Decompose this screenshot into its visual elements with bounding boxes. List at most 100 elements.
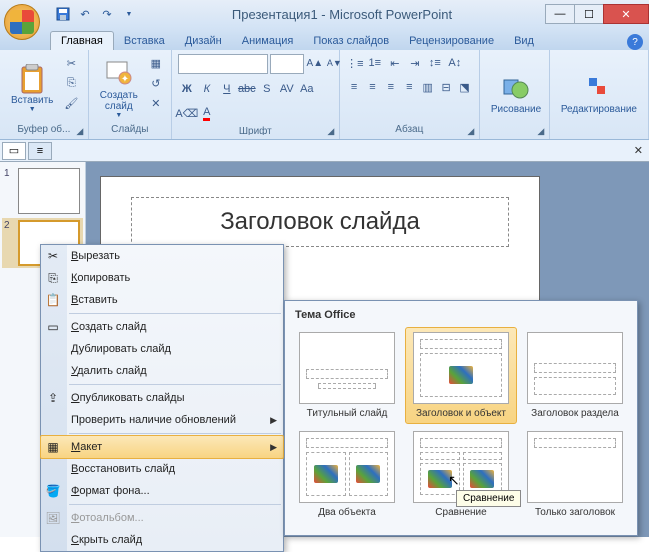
align-center-icon[interactable]: ≡ <box>364 78 380 96</box>
context-menu: ✂Вырезать⎘Копировать📋Вставить ▭Создать сл… <box>40 244 284 552</box>
tab-animation[interactable]: Анимация <box>232 32 304 50</box>
layout-option[interactable]: Сравнение <box>405 426 517 523</box>
office-button[interactable] <box>4 4 40 40</box>
context-menu-item[interactable]: Восстановить слайд <box>41 458 283 480</box>
char-spacing-icon[interactable]: AV <box>278 80 296 98</box>
layout-option[interactable]: Заголовок и объект <box>405 327 517 424</box>
panel-close-icon[interactable]: ✕ <box>634 144 643 157</box>
layout-icon[interactable]: ▦ <box>147 54 165 72</box>
blank-icon <box>45 341 61 357</box>
layout-option[interactable]: Титульный слайд <box>291 327 403 424</box>
shadow-icon[interactable]: S <box>258 80 276 98</box>
bullets-icon[interactable]: ⋮≡ <box>346 54 364 72</box>
grow-font-icon[interactable]: A▲ <box>306 54 324 72</box>
layout-option[interactable]: Два объекта <box>291 426 403 523</box>
tab-review[interactable]: Рецензирование <box>399 32 504 50</box>
numbering-icon[interactable]: 1≡ <box>366 54 384 72</box>
clear-format-icon[interactable]: A⌫ <box>178 104 196 122</box>
context-menu-label: Вставить <box>71 294 118 306</box>
columns-icon[interactable]: ▥ <box>420 78 436 96</box>
context-menu-item[interactable]: 📋Вставить <box>41 289 283 311</box>
italic-icon[interactable]: К <box>198 80 216 98</box>
maximize-button[interactable]: ☐ <box>574 4 604 24</box>
font-color-icon[interactable]: A <box>198 104 216 122</box>
context-menu-label: Опубликовать слайды <box>71 392 185 404</box>
font-name-combo[interactable] <box>178 54 268 74</box>
group-clipboard-label: Буфер об... <box>6 122 82 135</box>
font-size-combo[interactable] <box>270 54 304 74</box>
layout-thumb <box>299 431 395 503</box>
paste-button[interactable]: Вставить ▼ <box>6 54 58 122</box>
minimize-button[interactable]: — <box>545 4 575 24</box>
save-icon[interactable] <box>54 5 72 23</box>
cut-icon[interactable]: ✂ <box>62 54 80 72</box>
drawing-button[interactable]: Рисование <box>486 54 546 133</box>
context-menu-item[interactable]: ⇪ Опубликовать слайды <box>41 387 283 409</box>
align-left-icon[interactable]: ≡ <box>346 78 362 96</box>
layout-option[interactable]: Заголовок раздела <box>519 327 631 424</box>
context-menu-label: Вырезать <box>71 250 120 262</box>
tab-design[interactable]: Дизайн <box>175 32 232 50</box>
justify-icon[interactable]: ≡ <box>401 78 417 96</box>
strike-icon[interactable]: abc <box>238 80 256 98</box>
context-menu-label: Скрыть слайд <box>71 534 142 546</box>
reset-icon[interactable]: ↺ <box>147 74 165 92</box>
layout-thumb <box>527 332 623 404</box>
drawing-launcher[interactable]: ◢ <box>535 125 547 137</box>
change-case-icon[interactable]: Aa <box>298 80 316 98</box>
context-menu-item[interactable]: 🪣Формат фона... <box>41 480 283 502</box>
editing-button[interactable]: Редактирование <box>556 54 642 133</box>
slide-thumb-1[interactable]: 1 <box>4 168 81 214</box>
increase-indent-icon[interactable]: ⇥ <box>406 54 424 72</box>
album-icon: 🖼 <box>45 510 61 526</box>
outline-tab-icon[interactable]: ≡ <box>28 142 52 160</box>
layout-label: Титульный слайд <box>296 408 398 419</box>
decrease-indent-icon[interactable]: ⇤ <box>386 54 404 72</box>
blank-icon <box>45 363 61 379</box>
format-icon: 🪣 <box>45 483 61 499</box>
bold-icon[interactable]: Ж <box>178 80 196 98</box>
context-menu-item[interactable]: ⎘Копировать <box>41 267 283 289</box>
qat-dropdown-icon[interactable]: ▼ <box>120 5 138 23</box>
align-right-icon[interactable]: ≡ <box>383 78 399 96</box>
layout-option[interactable]: Только заголовок <box>519 426 631 523</box>
format-painter-icon[interactable]: 🖌 <box>62 94 80 112</box>
context-menu-label: Проверить наличие обновлений <box>71 414 236 426</box>
close-button[interactable]: ✕ <box>603 4 649 24</box>
publish-icon: ⇪ <box>45 390 61 406</box>
ribbon-tabs: Главная Вставка Дизайн Анимация Показ сл… <box>0 28 649 50</box>
clipboard-launcher[interactable]: ◢ <box>74 125 86 137</box>
align-text-icon[interactable]: ⊟ <box>438 78 454 96</box>
context-menu-item[interactable]: Удалить слайд <box>41 360 283 382</box>
group-editing-label <box>556 133 642 135</box>
delete-slide-icon[interactable]: ✕ <box>147 94 165 112</box>
context-menu-item[interactable]: ▦Макет▶ <box>40 435 284 459</box>
context-menu-label: Восстановить слайд <box>71 463 175 475</box>
undo-icon[interactable]: ↶ <box>76 5 94 23</box>
font-launcher[interactable]: ◢ <box>325 125 337 137</box>
tab-slideshow[interactable]: Показ слайдов <box>303 32 399 50</box>
tab-insert[interactable]: Вставка <box>114 32 175 50</box>
context-menu-item[interactable]: Проверить наличие обновлений▶ <box>41 409 283 431</box>
text-direction-icon[interactable]: A↕ <box>446 54 464 72</box>
line-spacing-icon[interactable]: ↕≡ <box>426 54 444 72</box>
slides-tab-icon[interactable]: ▭ <box>2 142 26 160</box>
copy-icon[interactable]: ⎘ <box>62 74 80 92</box>
ribbon: Вставить ▼ ✂ ⎘ 🖌 Буфер об... ◢ ✦ Создать… <box>0 50 649 140</box>
paragraph-launcher[interactable]: ◢ <box>465 125 477 137</box>
new-slide-button[interactable]: ✦ Создать слайд ▼ <box>95 54 143 122</box>
redo-icon[interactable]: ↷ <box>98 5 116 23</box>
title-placeholder[interactable]: Заголовок слайда <box>131 197 509 247</box>
context-menu-item[interactable]: Дублировать слайд <box>41 338 283 360</box>
context-menu-item[interactable]: ▭Создать слайд <box>41 316 283 338</box>
smartart-icon[interactable]: ⬔ <box>456 78 472 96</box>
underline-icon[interactable]: Ч <box>218 80 236 98</box>
layout-thumb <box>299 332 395 404</box>
blank-icon <box>45 532 61 548</box>
tab-home[interactable]: Главная <box>50 31 114 50</box>
help-icon[interactable]: ? <box>627 34 643 50</box>
context-menu-item[interactable]: Скрыть слайд <box>41 529 283 551</box>
tab-view[interactable]: Вид <box>504 32 544 50</box>
context-menu-label: Фотоальбом... <box>71 512 144 524</box>
context-menu-item[interactable]: ✂Вырезать <box>41 245 283 267</box>
